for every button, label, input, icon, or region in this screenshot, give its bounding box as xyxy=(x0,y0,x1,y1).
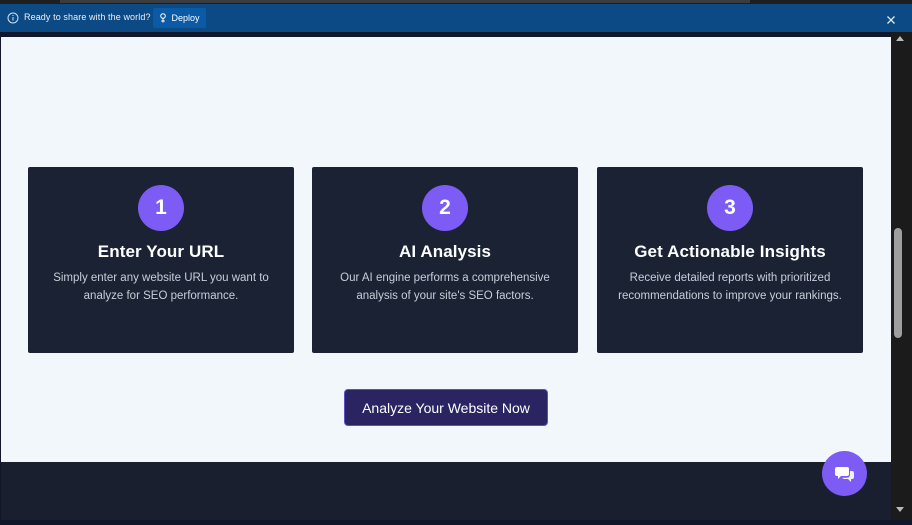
deploy-button[interactable]: Deploy xyxy=(153,8,206,28)
step-title: AI Analysis xyxy=(398,242,492,261)
address-bar-edge xyxy=(60,0,750,3)
analyze-website-button[interactable]: Analyze Your Website Now xyxy=(344,389,548,426)
step-number-badge: 1 xyxy=(138,185,184,231)
step-number-badge: 3 xyxy=(707,185,753,231)
step-description: Receive detailed reports with prioritize… xyxy=(618,272,842,302)
scroll-thumb[interactable] xyxy=(894,228,902,338)
scroll-up-arrow-icon[interactable] xyxy=(896,36,904,41)
deploy-icon xyxy=(160,13,167,23)
vertical-scrollbar[interactable] xyxy=(891,32,912,520)
step-card-3: 3 Get Actionable Insights Receive detail… xyxy=(597,167,863,353)
scroll-down-arrow-icon[interactable] xyxy=(896,507,904,512)
deploy-button-label: Deploy xyxy=(171,13,200,23)
step-card-2: 2 AI Analysis Our AI engine performs a c… xyxy=(312,167,578,353)
close-icon[interactable] xyxy=(886,15,896,25)
step-description: Our AI engine performs a comprehensive a… xyxy=(340,272,550,302)
chat-button[interactable] xyxy=(822,451,867,496)
step-title: Get Actionable Insights xyxy=(634,242,826,261)
step-number-badge: 2 xyxy=(422,185,468,231)
step-description: Simply enter any website URL you want to… xyxy=(53,272,269,302)
page-footer xyxy=(1,462,891,520)
chat-icon xyxy=(834,466,854,482)
info-icon xyxy=(7,12,19,24)
deploy-banner: Ready to share with the world? Deploy xyxy=(0,4,912,32)
step-card-1: 1 Enter Your URL Simply enter any websit… xyxy=(28,167,294,353)
step-title: Enter Your URL xyxy=(97,242,225,261)
banner-message: Ready to share with the world? xyxy=(24,12,151,22)
